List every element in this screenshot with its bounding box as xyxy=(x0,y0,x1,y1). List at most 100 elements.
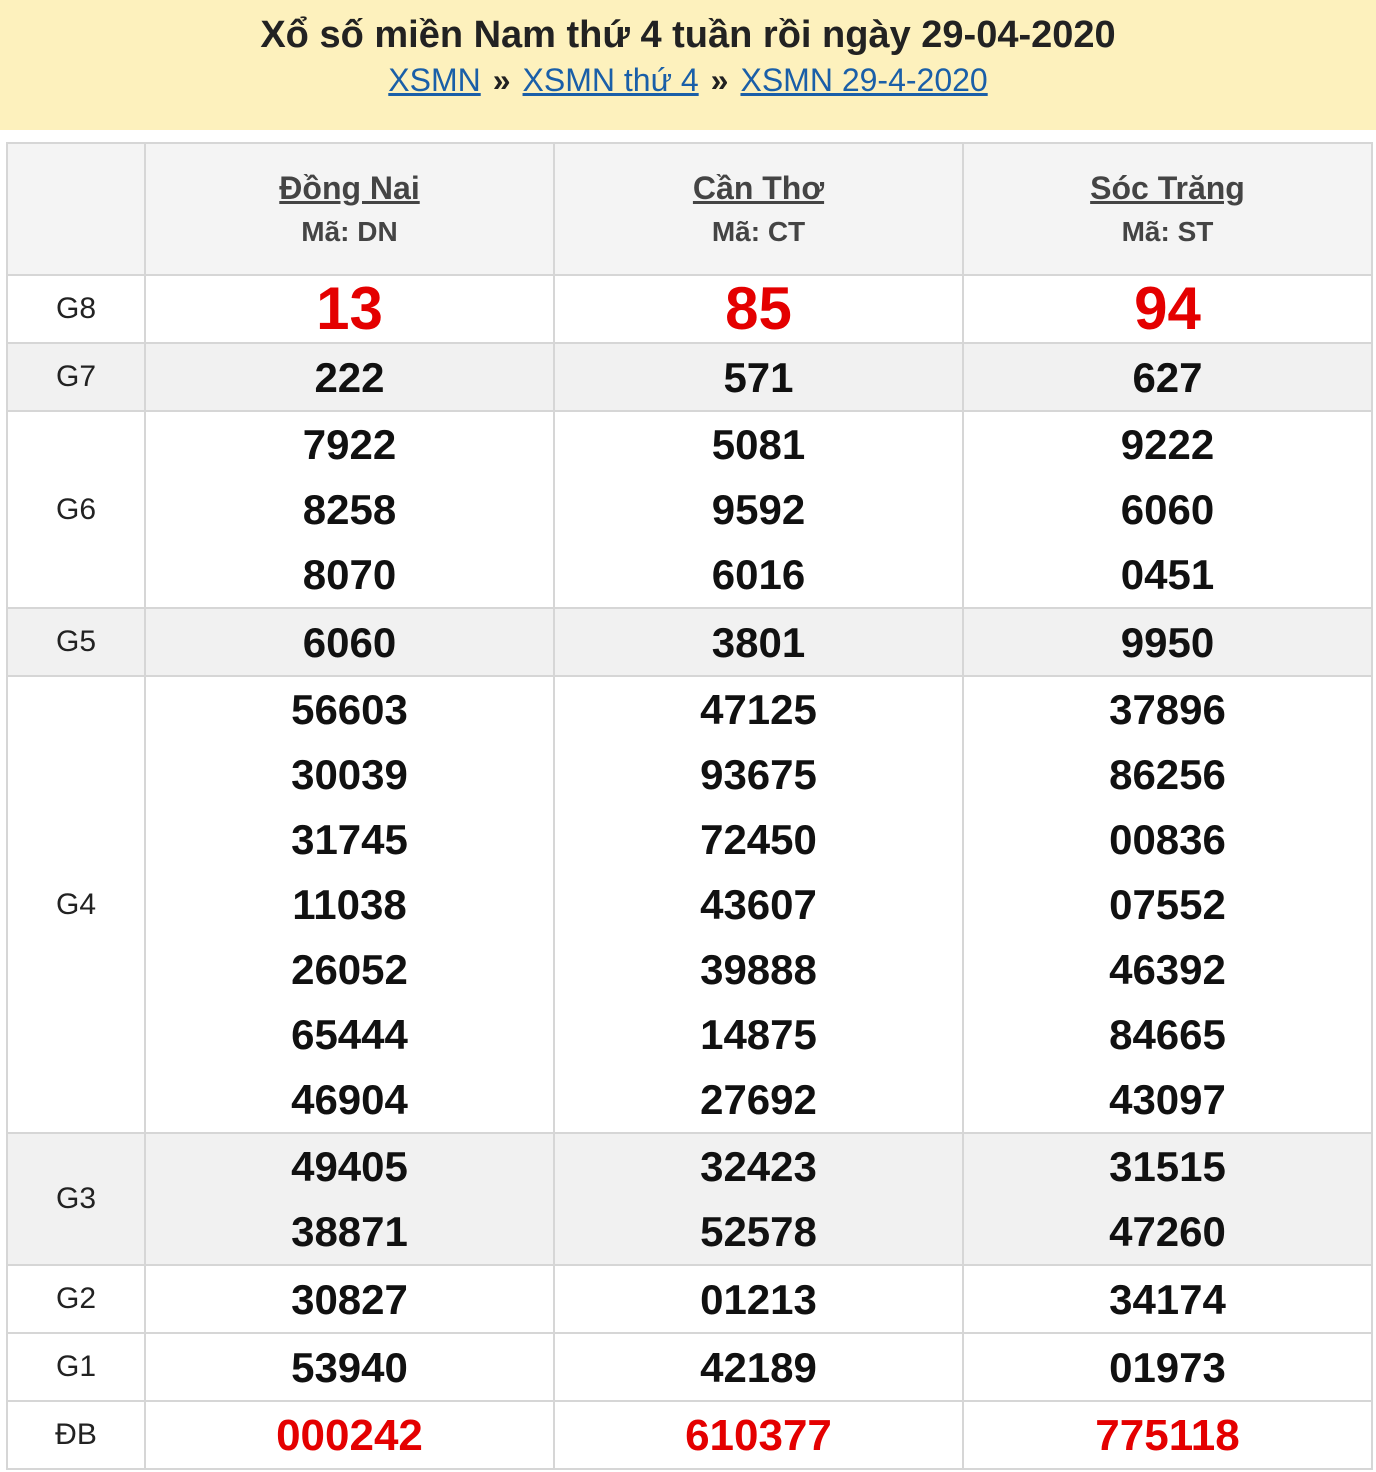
prize-number: 610377 xyxy=(685,1410,832,1460)
prize-number: 9592 xyxy=(711,486,806,533)
prize-number: 01213 xyxy=(700,1275,817,1323)
prize-row: G8 13 85 94 xyxy=(6,274,1373,344)
breadcrumb-link-xsmn[interactable]: XSMN xyxy=(388,62,480,98)
prize-row: ĐB 000242 610377 775118 xyxy=(6,1400,1373,1470)
prize-number: 42189 xyxy=(700,1343,817,1391)
prize-cell: 6060 xyxy=(144,607,555,677)
prize-number: 39888 xyxy=(700,946,817,993)
prize-number: 85 xyxy=(725,275,792,342)
province-header-dong-nai: Đồng Nai Mã: DN xyxy=(144,142,555,276)
prize-rows: G8 13 85 94 G7 222 571 627 G6 7922 8258 8070 5081 959… xyxy=(6,274,1373,1470)
prize-number: 31515 xyxy=(1109,1143,1226,1190)
prize-number: 14875 xyxy=(700,1011,817,1058)
prize-number: 32423 xyxy=(700,1143,817,1190)
prize-number: 53940 xyxy=(291,1343,408,1391)
prize-row: G3 49405 38871 32423 52578 31515 47260 xyxy=(6,1132,1373,1266)
prize-row: G7 222 571 627 xyxy=(6,342,1373,412)
prize-number: 01973 xyxy=(1109,1343,1226,1391)
prize-label: G3 xyxy=(6,1132,146,1266)
province-code: Mã: ST xyxy=(1121,216,1214,247)
prize-number: 9950 xyxy=(1120,618,1215,666)
prize-number: 38871 xyxy=(291,1208,408,1255)
prize-number: 47125 xyxy=(700,686,817,733)
prize-label: G1 xyxy=(6,1332,146,1402)
prize-number: 37896 xyxy=(1109,686,1226,733)
prize-cell: 30827 xyxy=(144,1264,555,1334)
prize-cell: 571 xyxy=(553,342,964,412)
prize-number: 56603 xyxy=(291,686,408,733)
prize-number: 07552 xyxy=(1109,881,1226,928)
prize-number: 00836 xyxy=(1109,816,1226,863)
prize-label: G8 xyxy=(6,274,146,344)
province-link[interactable]: Cần Thơ xyxy=(555,166,962,210)
prize-label: G7 xyxy=(6,342,146,412)
prize-number: 49405 xyxy=(291,1143,408,1190)
prize-cell: 775118 xyxy=(962,1400,1373,1470)
prize-cell: 7922 8258 8070 xyxy=(144,410,555,609)
prize-number: 6060 xyxy=(1120,486,1215,533)
prize-row: G1 53940 42189 01973 xyxy=(6,1332,1373,1402)
prize-number: 43097 xyxy=(1109,1076,1226,1123)
prize-number: 6060 xyxy=(302,618,397,666)
prize-cell: 627 xyxy=(962,342,1373,412)
province-header-can-tho: Cần Thơ Mã: CT xyxy=(553,142,964,276)
prize-cell: 000242 xyxy=(144,1400,555,1470)
breadcrumb-link-xsmn-thu-4[interactable]: XSMN thứ 4 xyxy=(523,62,699,98)
prize-number: 627 xyxy=(1132,353,1203,401)
prize-label: G2 xyxy=(6,1264,146,1334)
page-header: Xổ số miền Nam thứ 4 tuần rồi ngày 29-04… xyxy=(0,0,1376,130)
prize-cell: 49405 38871 xyxy=(144,1132,555,1266)
prize-row: G6 7922 8258 8070 5081 9592 6016 9222 6060 0451 xyxy=(6,410,1373,609)
prize-number: 30039 xyxy=(291,751,408,798)
corner-cell xyxy=(6,142,146,276)
prize-number: 52578 xyxy=(700,1208,817,1255)
prize-cell: 37896 86256 00836 07552 46392 84665 43097 xyxy=(962,675,1373,1134)
prize-cell: 222 xyxy=(144,342,555,412)
page-title: Xổ số miền Nam thứ 4 tuần rồi ngày 29-04… xyxy=(260,14,1116,56)
prize-label: G5 xyxy=(6,607,146,677)
prize-cell: 9950 xyxy=(962,607,1373,677)
prize-number: 72450 xyxy=(700,816,817,863)
prize-number: 6016 xyxy=(711,551,806,598)
prize-cell: 610377 xyxy=(553,1400,964,1470)
province-header-soc-trang: Sóc Trăng Mã: ST xyxy=(962,142,1373,276)
prize-number: 30827 xyxy=(291,1275,408,1323)
prize-number: 34174 xyxy=(1109,1275,1226,1323)
prize-row: G4 56603 30039 31745 11038 26052 65444 46904 471… xyxy=(6,675,1373,1134)
breadcrumb-separator: » xyxy=(710,62,729,98)
prize-number: 46392 xyxy=(1109,946,1226,993)
prize-number: 27692 xyxy=(700,1076,817,1123)
prize-number: 65444 xyxy=(291,1011,408,1058)
prize-cell: 5081 9592 6016 xyxy=(553,410,964,609)
prize-cell: 42189 xyxy=(553,1332,964,1402)
prize-number: 93675 xyxy=(700,751,817,798)
prize-number: 571 xyxy=(723,353,794,401)
breadcrumb-separator: » xyxy=(492,62,511,98)
prize-label: ĐB xyxy=(6,1400,146,1470)
province-link[interactable]: Sóc Trăng xyxy=(964,166,1371,210)
prize-cell: 3801 xyxy=(553,607,964,677)
province-link[interactable]: Đồng Nai xyxy=(146,166,553,210)
prize-cell: 56603 30039 31745 11038 26052 65444 46904 xyxy=(144,675,555,1134)
prize-cell: 13 xyxy=(144,274,555,344)
prize-cell: 47125 93675 72450 43607 39888 14875 27692 xyxy=(553,675,964,1134)
prize-label: G6 xyxy=(6,410,146,609)
breadcrumb-link-xsmn-date[interactable]: XSMN 29-4-2020 xyxy=(740,62,987,98)
prize-number: 8070 xyxy=(302,551,397,598)
prize-number: 0451 xyxy=(1120,551,1215,598)
province-code: Mã: DN xyxy=(301,216,398,247)
prize-cell: 01973 xyxy=(962,1332,1373,1402)
prize-label: G4 xyxy=(6,675,146,1134)
prize-cell: 32423 52578 xyxy=(553,1132,964,1266)
prize-cell: 34174 xyxy=(962,1264,1373,1334)
prize-number: 13 xyxy=(316,275,383,342)
prize-cell: 9222 6060 0451 xyxy=(962,410,1373,609)
prize-cell: 53940 xyxy=(144,1332,555,1402)
prize-cell: 01213 xyxy=(553,1264,964,1334)
prize-number: 8258 xyxy=(302,486,397,533)
prize-number: 5081 xyxy=(711,421,806,468)
province-header-row: Đồng Nai Mã: DN Cần Thơ Mã: CT Sóc Trăng… xyxy=(6,142,1373,276)
prize-cell: 94 xyxy=(962,274,1373,344)
prize-number: 47260 xyxy=(1109,1208,1226,1255)
prize-number: 84665 xyxy=(1109,1011,1226,1058)
